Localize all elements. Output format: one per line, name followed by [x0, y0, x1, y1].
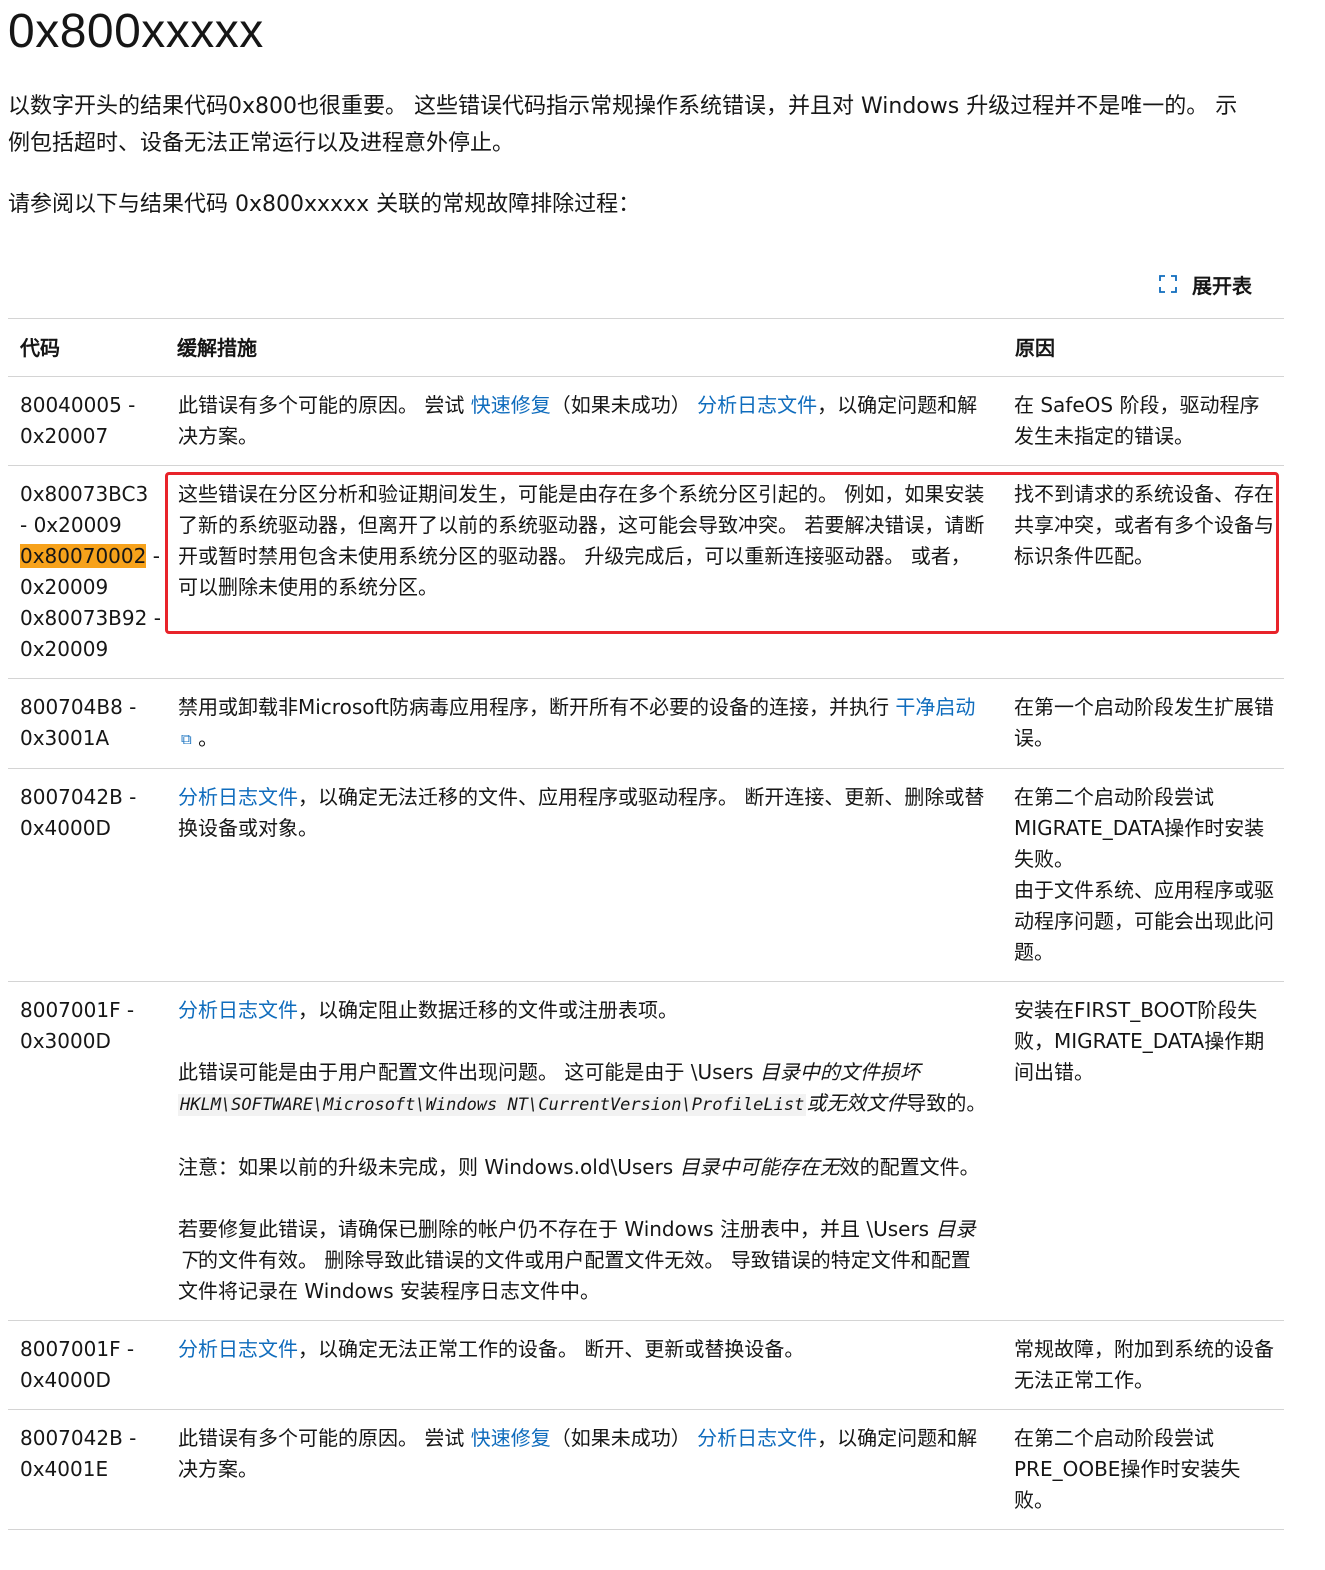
- code-cell: 8007001F - 0x3000D: [8, 981, 165, 1321]
- mitigation-text: （如果未成功）: [550, 393, 691, 417]
- mitigation-cell: 分析日志文件，以确定无法迁移的文件、应用程序或驱动程序。 断开连接、更新、删除或…: [165, 768, 1003, 982]
- mitigation-paragraph: 注意：如果以前的升级未完成，则 Windows.old\Users 目录中可能存…: [178, 1152, 989, 1183]
- external-link-icon: ⧉: [181, 730, 192, 748]
- cause-cell: 在第一个启动阶段发生扩展错误。: [1003, 678, 1284, 769]
- intro-paragraph-2: 请参阅以下与结果代码 0x800xxxxx 关联的常规故障排除过程：: [8, 192, 641, 217]
- expand-table-label: 展开表: [1192, 273, 1252, 298]
- intro-paragraph: 以数字开头的结果代码0x800也很重要。 这些错误代码指示常规操作系统错误，并且…: [8, 94, 1238, 156]
- mitigation-cell: 这些错误在分区分析和验证期间发生，可能是由存在多个系统分区引起的。 例如，如果安…: [165, 465, 1003, 679]
- quick-fix-link[interactable]: 快速修复: [471, 1426, 551, 1450]
- code-value: 0x80073B92 - 0x20009: [20, 606, 161, 661]
- clean-boot-link-label: 干净启动: [895, 695, 976, 719]
- code-cell: 0x80073BC3 - 0x20009 0x80070002 - 0x20009…: [8, 465, 165, 679]
- cause-cell: 找不到请求的系统设备、存在共享冲突，或者有多个设备与标识条件匹配。: [1003, 465, 1284, 679]
- code-cell: 80040005 - 0x20007: [8, 376, 165, 466]
- header-cause: 原因: [1003, 318, 1284, 377]
- mitigation-text: 效的配置文件。: [839, 1155, 980, 1179]
- cause-cell: 在 SafeOS 阶段，驱动程序发生未指定的错误。: [1003, 376, 1284, 466]
- expand-table-button[interactable]: 展开表: [1158, 268, 1252, 300]
- mitigation-paragraph: 此错误可能是由于用户配置文件出现问题。 这可能是由于 \Users 目录中的文件…: [178, 1057, 989, 1121]
- code-cell: 8007001F - 0x4000D: [8, 1320, 165, 1410]
- mitigation-emphasis: 或无效文件: [806, 1091, 907, 1115]
- mitigation-text: 此错误有多个可能的原因。 尝试: [178, 1426, 471, 1450]
- highlighted-code: 0x80070002: [20, 544, 147, 568]
- mitigation-text: 此错误有多个可能的原因。 尝试: [178, 393, 471, 417]
- table-row: 0x80073BC3 - 0x20009 0x80070002 - 0x20009…: [8, 465, 1284, 679]
- cause-cell: 在第二个启动阶段尝试 MIGRATE_DATA操作时安装失败。 由于文件系统、应用…: [1003, 768, 1284, 982]
- analyze-log-link[interactable]: 分析日志文件: [178, 1337, 298, 1361]
- mitigation-cell: 此错误有多个可能的原因。 尝试 快速修复（如果未成功） 分析日志文件，以确定问题…: [165, 376, 1003, 466]
- mitigation-cell: 此错误有多个可能的原因。 尝试 快速修复（如果未成功） 分析日志文件，以确定问题…: [165, 1409, 1003, 1530]
- cause-cell: 安装在FIRST_BOOT阶段失败，MIGRATE_DATA操作期间出错。: [1003, 981, 1284, 1321]
- mitigation-text: 若要修复此错误，请确保已删除的帐户仍不存在于 Windows 注册表中，并且 \…: [178, 1217, 936, 1241]
- mitigation-text: 禁用或卸载非Microsoft防病毒应用程序，断开所有不必要的设备的连接，并执行: [178, 695, 896, 719]
- mitigation-cell: 禁用或卸载非Microsoft防病毒应用程序，断开所有不必要的设备的连接，并执行…: [165, 678, 1003, 769]
- expand-icon: [1158, 274, 1178, 294]
- analyze-log-link[interactable]: 分析日志文件: [697, 1426, 817, 1450]
- code-value: 0x80073BC3 - 0x20009: [20, 482, 149, 537]
- mitigation-text: 导致的。: [906, 1091, 987, 1115]
- mitigation-paragraph: 若要修复此错误，请确保已删除的帐户仍不存在于 Windows 注册表中，并且 \…: [178, 1214, 989, 1307]
- mitigation-text: 。: [198, 726, 219, 750]
- cause-cell: 在第二个启动阶段尝试 PRE_OOBE操作时安装失败。: [1003, 1409, 1284, 1530]
- mitigation-emphasis: 目录中的文件损坏: [759, 1060, 920, 1084]
- mitigation-text: 的文件有效。 删除导致此错误的文件或用户配置文件无效。 导致错误的特定文件和配置…: [178, 1248, 971, 1303]
- mitigation-paragraph: 分析日志文件，以确定阻止数据迁移的文件或注册表项。: [178, 995, 989, 1026]
- code-cell: 8007042B - 0x4000D: [8, 768, 165, 982]
- mitigation-text: ，以确定阻止数据迁移的文件或注册表项。: [298, 998, 678, 1022]
- quick-fix-link[interactable]: 快速修复: [471, 393, 551, 417]
- page-title: 0x800xxxxx: [8, 5, 264, 58]
- analyze-log-link[interactable]: 分析日志文件: [178, 998, 298, 1022]
- error-code-table: 代码 缓解措施 原因 80040005 - 0x20007 此错误有多个可能的原…: [8, 318, 1284, 1530]
- mitigation-text: （如果未成功）: [550, 1426, 691, 1450]
- mitigation-text: 此错误可能是由于用户配置文件出现问题。 这可能是由于 \Users: [178, 1060, 760, 1084]
- registry-path-code: HKLM\SOFTWARE\Microsoft\Windows NT\Curre…: [178, 1094, 807, 1116]
- cause-text: 在第二个启动阶段尝试 MIGRATE_DATA操作时安装失败。: [1014, 785, 1265, 871]
- table-row: 80040005 - 0x20007 此错误有多个可能的原因。 尝试 快速修复（…: [8, 376, 1284, 466]
- mitigation-text: ，以确定无法迁移的文件、应用程序或驱动程序。 断开连接、更新、删除或替换设备或对…: [178, 785, 985, 840]
- table-row: 8007042B - 0x4000D 分析日志文件，以确定无法迁移的文件、应用程…: [8, 768, 1284, 982]
- mitigation-text: 注意：如果以前的升级未完成，则 Windows.old\Users: [178, 1155, 680, 1179]
- cause-text: 由于文件系统、应用程序或驱动程序问题，可能会出现此问题。: [1014, 878, 1274, 964]
- analyze-log-link[interactable]: 分析日志文件: [178, 785, 298, 809]
- table-row: 8007001F - 0x3000D 分析日志文件，以确定阻止数据迁移的文件或注…: [8, 981, 1284, 1321]
- code-cell: 800704B8 - 0x3001A: [8, 678, 165, 769]
- header-mitigation: 缓解措施: [165, 318, 1003, 377]
- mitigation-emphasis: 目录中可能存在无: [679, 1155, 840, 1179]
- table-header-row: 代码 缓解措施 原因: [8, 318, 1284, 377]
- table-row: 8007001F - 0x4000D 分析日志文件，以确定无法正常工作的设备。 …: [8, 1320, 1284, 1410]
- mitigation-text: ，以确定无法正常工作的设备。 断开、更新或替换设备。: [298, 1337, 805, 1361]
- mitigation-cell: 分析日志文件，以确定阻止数据迁移的文件或注册表项。 此错误可能是由于用户配置文件…: [165, 981, 1003, 1321]
- table-row: 800704B8 - 0x3001A 禁用或卸载非Microsoft防病毒应用程…: [8, 678, 1284, 769]
- table-row: 8007042B - 0x4001E 此错误有多个可能的原因。 尝试 快速修复（…: [8, 1409, 1284, 1530]
- mitigation-cell: 分析日志文件，以确定无法正常工作的设备。 断开、更新或替换设备。: [165, 1320, 1003, 1410]
- code-cell: 8007042B - 0x4001E: [8, 1409, 165, 1530]
- header-code: 代码: [8, 318, 165, 377]
- cause-cell: 常规故障，附加到系统的设备无法正常工作。: [1003, 1320, 1284, 1410]
- analyze-log-link[interactable]: 分析日志文件: [697, 393, 817, 417]
